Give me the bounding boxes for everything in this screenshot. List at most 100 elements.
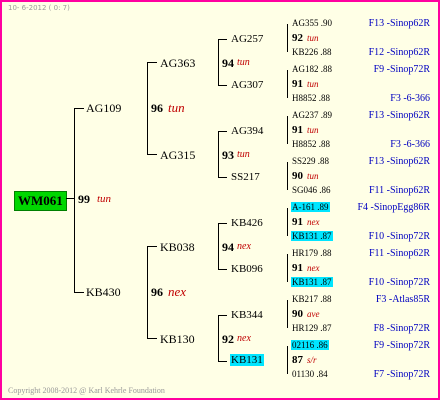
leaf-score: 91 [292, 262, 303, 274]
connector [147, 338, 157, 339]
leaf-dam[interactable]: 01130 .84 [292, 369, 328, 379]
leaf-origin: F7 -Sinop72R [373, 369, 430, 380]
leaf-tag: nex [307, 263, 320, 273]
gen3-name-highlighted[interactable]: KB131 [230, 354, 264, 366]
leaf-score: 91 [292, 216, 303, 228]
gen3-name[interactable]: KB344 [231, 309, 263, 321]
connector [74, 292, 84, 293]
leaf-sire[interactable]: HR179 .88 [292, 248, 332, 258]
leaf-origin: F10 -Sinop72R [368, 277, 430, 288]
header-date: 10- 6-2012 ( 0: 7) [8, 4, 70, 12]
leaf-dam-highlighted[interactable]: KB131 .87 [291, 277, 333, 287]
gen3-name[interactable]: AG257 [231, 33, 263, 45]
leaf-dam-highlighted[interactable]: KB131 .87 [291, 231, 333, 241]
leaf-sire[interactable]: AG355 .90 [292, 18, 332, 28]
leaf-dam[interactable]: HR129 .87 [292, 323, 332, 333]
leaf-origin: F4 -SinopEgg86R [357, 202, 430, 213]
gen1-name[interactable]: KB430 [86, 285, 121, 300]
connector [287, 254, 288, 282]
gen2-score: 92 [222, 332, 234, 346]
gen2-name[interactable]: AG315 [160, 148, 195, 163]
gen1-name[interactable]: AG109 [86, 101, 121, 116]
gen2-score: 94 [222, 56, 234, 70]
connector [287, 24, 288, 52]
connector [74, 108, 75, 292]
connector [218, 361, 227, 362]
leaf-score: 90 [292, 308, 303, 320]
leaf-origin: F13 -Sinop62R [368, 18, 430, 29]
leaf-dam[interactable]: SG046 .86 [292, 185, 331, 195]
leaf-origin: F9 -Sinop72R [373, 340, 430, 351]
leaf-origin: F13 -Sinop62R [368, 156, 430, 167]
gen1-tag: nex [168, 284, 187, 299]
leaf-dam[interactable]: KB226 .88 [292, 47, 332, 57]
leaf-dam[interactable]: H8852 .88 [292, 93, 330, 103]
leaf-origin: F8 -Sinop72R [373, 323, 430, 334]
gen2-name[interactable]: KB130 [160, 332, 195, 347]
gen3-name[interactable]: KB096 [231, 263, 263, 275]
gen2-name[interactable]: KB038 [160, 240, 195, 255]
connector [147, 62, 157, 63]
leaf-origin: F3 -6-366 [390, 139, 430, 150]
leaf-tag: ave [307, 309, 320, 319]
gen2-tag: nex [237, 241, 251, 252]
leaf-sire[interactable]: AG237 .89 [292, 110, 332, 120]
connector [218, 39, 219, 85]
root-name-badge[interactable]: WM061 [14, 191, 67, 211]
leaf-tag: tun [307, 171, 319, 181]
leaf-origin: F3 -Atlas85R [375, 294, 430, 305]
copyright-footer: Copyright 2008-2012 @ Karl Kehrle Founda… [8, 386, 165, 395]
leaf-tag: tun [307, 125, 319, 135]
connector [218, 131, 219, 177]
connector [218, 39, 227, 40]
gen2-score: 94 [222, 240, 234, 254]
connector [218, 85, 227, 86]
leaf-sire[interactable]: KB217 .88 [292, 294, 332, 304]
connector [287, 208, 288, 236]
connector [147, 246, 157, 247]
connector [66, 198, 74, 199]
gen2-name[interactable]: AG363 [160, 56, 195, 71]
connector [147, 154, 157, 155]
leaf-score: 90 [292, 170, 303, 182]
connector [147, 246, 148, 338]
leaf-sire[interactable]: SS229 .88 [292, 156, 329, 166]
connector [218, 223, 227, 224]
gen2-tag: tun [237, 149, 250, 160]
gen2-score: 93 [222, 148, 234, 162]
connector [218, 315, 219, 361]
root-tag: tun [97, 193, 112, 205]
gen3-name[interactable]: KB426 [231, 217, 263, 229]
connector [218, 131, 227, 132]
leaf-sire-highlighted[interactable]: A-161 .89 [291, 202, 330, 212]
connector [287, 300, 288, 328]
leaf-origin: F12 -Sinop62R [368, 47, 430, 58]
connector [147, 62, 148, 154]
gen1-score: 96 [151, 285, 163, 299]
connector [218, 315, 227, 316]
leaf-dam[interactable]: H8852 .88 [292, 139, 330, 149]
connector [218, 269, 227, 270]
connector [287, 162, 288, 190]
gen2-tag: nex [237, 333, 251, 344]
leaf-tag: nex [307, 217, 320, 227]
gen1-tag: tun [168, 100, 185, 115]
leaf-sire-highlighted[interactable]: 02116 .86 [291, 340, 329, 350]
gen3-name[interactable]: AG394 [231, 125, 263, 137]
leaf-origin: F9 -Sinop72R [373, 64, 430, 75]
leaf-sire[interactable]: AG182 .88 [292, 64, 332, 74]
gen3-name[interactable]: SS217 [231, 171, 260, 183]
leaf-tag: tun [307, 79, 319, 89]
leaf-origin: F13 -Sinop62R [368, 110, 430, 121]
leaf-tag: tun [307, 33, 319, 43]
connector [287, 346, 288, 374]
leaf-score: 91 [292, 78, 303, 90]
connector [74, 108, 84, 109]
gen3-name[interactable]: AG307 [231, 79, 263, 91]
root-score: 99 [78, 192, 90, 206]
leaf-score: 91 [292, 124, 303, 136]
leaf-origin: F11 -Sinop62R [368, 185, 430, 196]
connector [218, 177, 227, 178]
leaf-score: 92 [292, 32, 303, 44]
leaf-origin: F11 -Sinop62R [368, 248, 430, 259]
